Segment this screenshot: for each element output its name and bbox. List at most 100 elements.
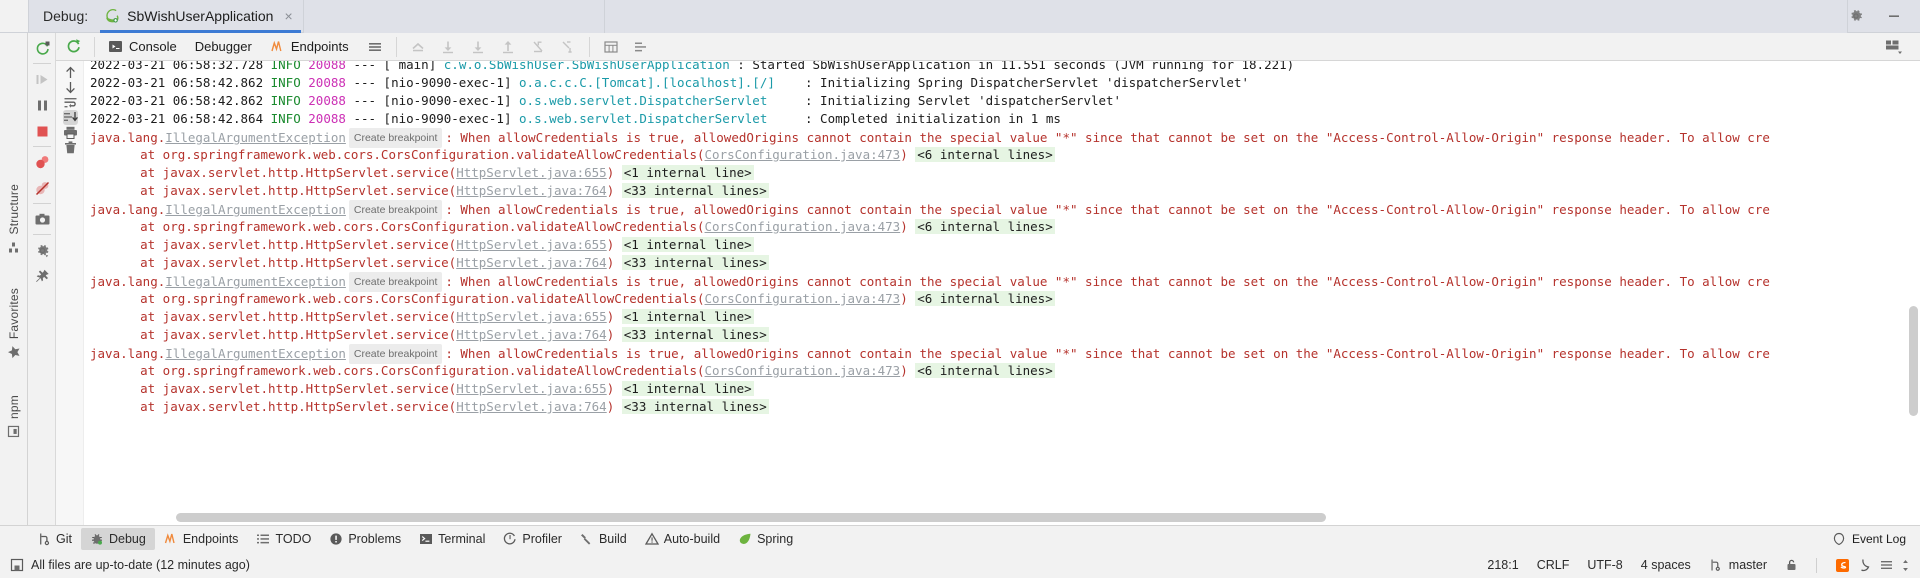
console-stack-frame-line[interactable]: at javax.servlet.http.HttpServlet.servic… xyxy=(84,254,1920,272)
console-stack-frame-line[interactable]: at javax.servlet.http.HttpServlet.servic… xyxy=(84,308,1920,326)
indent-setting[interactable]: 4 spaces xyxy=(1641,558,1691,572)
force-step-into-icon[interactable] xyxy=(525,35,551,59)
bottom-item-profiler[interactable]: Profiler xyxy=(494,528,571,550)
source-link[interactable]: CorsConfiguration.java:473 xyxy=(705,147,901,162)
moon-icon[interactable] xyxy=(1857,558,1872,573)
up-arrow-icon[interactable] xyxy=(63,65,78,80)
run-configuration-tab[interactable]: SbWishUserApplication × xyxy=(98,0,302,33)
console-exception-line[interactable]: java.lang.IllegalArgumentException Create… xyxy=(84,272,1920,293)
soft-wrap-icon[interactable] xyxy=(63,95,78,110)
sonarlint-icon[interactable] xyxy=(1835,558,1850,573)
console-stack-frame-line[interactable]: at javax.servlet.http.HttpServlet.servic… xyxy=(84,380,1920,398)
step-out-icon[interactable] xyxy=(495,35,521,59)
console-view-options[interactable] xyxy=(1884,38,1920,56)
source-link[interactable]: CorsConfiguration.java:473 xyxy=(705,363,901,378)
source-link[interactable]: HttpServlet.java:764 xyxy=(456,399,607,414)
sidebar-item-structure[interactable]: Structure xyxy=(7,178,21,260)
bottom-item-debug[interactable]: Debug xyxy=(80,528,155,550)
console-stack-frame-line[interactable]: at javax.servlet.http.HttpServlet.servic… xyxy=(84,398,1920,416)
folded-frames[interactable]: <33 internal lines> xyxy=(621,327,769,342)
console-exception-line[interactable]: java.lang.IllegalArgumentException Create… xyxy=(84,344,1920,365)
event-log-button[interactable]: Event Log xyxy=(1832,532,1920,546)
resume-program-icon[interactable] xyxy=(30,66,54,92)
pause-program-icon[interactable] xyxy=(30,92,54,118)
folded-frames[interactable]: <1 internal line> xyxy=(621,237,754,252)
folded-frames[interactable]: <33 internal lines> xyxy=(621,183,769,198)
folded-frames[interactable]: <1 internal line> xyxy=(621,381,754,396)
lines-icon[interactable] xyxy=(1879,558,1894,573)
line-separator[interactable]: CRLF xyxy=(1537,558,1570,572)
run-to-cursor-icon[interactable] xyxy=(555,35,581,59)
scroll-to-end-icon[interactable] xyxy=(62,110,78,125)
bottom-item-todo[interactable]: TODO xyxy=(247,528,320,550)
console-stack-frame-line[interactable]: at javax.servlet.http.HttpServlet.servic… xyxy=(84,182,1920,200)
mute-breakpoints-icon[interactable] xyxy=(30,175,54,201)
source-link[interactable]: HttpServlet.java:764 xyxy=(456,327,607,342)
bottom-item-problems[interactable]: Problems xyxy=(320,528,410,550)
stop-icon[interactable] xyxy=(30,118,54,144)
source-link[interactable]: HttpServlet.java:764 xyxy=(456,255,607,270)
console-stack-frame-line[interactable]: at org.springframework.web.cors.CorsConf… xyxy=(84,362,1920,380)
bottom-item-git[interactable]: Git xyxy=(28,528,81,550)
trash-icon[interactable] xyxy=(63,140,78,155)
show-execution-point-icon[interactable] xyxy=(405,35,431,59)
gear-icon[interactable] xyxy=(1848,8,1864,24)
console-exception-line[interactable]: java.lang.IllegalArgumentException Create… xyxy=(84,200,1920,221)
caret-position[interactable]: 218:1 xyxy=(1487,558,1518,572)
folded-frames[interactable]: <6 internal lines> xyxy=(915,291,1055,306)
step-over-icon[interactable] xyxy=(435,35,461,59)
layout-settings-icon[interactable] xyxy=(628,35,654,59)
bottom-item-spring[interactable]: Spring xyxy=(729,528,802,550)
source-link[interactable]: HttpServlet.java:655 xyxy=(456,381,607,396)
folded-frames[interactable]: <1 internal line> xyxy=(621,309,754,324)
console-exception-line[interactable]: java.lang.IllegalArgumentException Create… xyxy=(84,128,1920,149)
sidebar-item-favorites[interactable]: Favorites xyxy=(7,282,21,365)
source-link[interactable]: HttpServlet.java:655 xyxy=(456,237,607,252)
console-stack-frame-line[interactable]: at javax.servlet.http.HttpServlet.servic… xyxy=(84,326,1920,344)
folded-frames[interactable]: <1 internal line> xyxy=(621,165,754,180)
bottom-item-auto-build[interactable]: Auto-build xyxy=(636,528,729,550)
folded-frames[interactable]: <6 internal lines> xyxy=(915,147,1055,162)
read-only-lock-icon[interactable] xyxy=(1785,558,1798,572)
tab-debugger[interactable]: Debugger xyxy=(186,34,261,60)
step-into-icon[interactable] xyxy=(465,35,491,59)
source-link[interactable]: CorsConfiguration.java:473 xyxy=(705,291,901,306)
rerun-button[interactable] xyxy=(56,38,90,55)
folded-frames[interactable]: <6 internal lines> xyxy=(915,363,1055,378)
tab-endpoints[interactable]: Endpoints xyxy=(261,34,358,60)
close-icon[interactable]: × xyxy=(284,9,292,23)
console-stack-frame-line[interactable]: at org.springframework.web.cors.CorsConf… xyxy=(84,290,1920,308)
rerun-icon[interactable] xyxy=(30,35,54,61)
print-icon[interactable] xyxy=(63,125,78,140)
source-link[interactable]: HttpServlet.java:655 xyxy=(456,165,607,180)
tab-console[interactable]: Console xyxy=(99,34,186,60)
console-output-panel[interactable]: 2022-03-21 06:58:32.728 INFO 20088 --- [… xyxy=(56,61,1920,525)
source-link[interactable]: CorsConfiguration.java:473 xyxy=(705,219,901,234)
source-link[interactable]: HttpServlet.java:655 xyxy=(456,309,607,324)
hamburger-menu-icon[interactable] xyxy=(362,35,388,59)
folded-frames[interactable]: <33 internal lines> xyxy=(621,399,769,414)
screenshot-icon[interactable] xyxy=(30,206,54,232)
view-breakpoints-icon[interactable] xyxy=(30,149,54,175)
bottom-item-endpoints[interactable]: Endpoints xyxy=(155,528,248,550)
down-arrow-icon[interactable] xyxy=(63,80,78,95)
folded-frames[interactable]: <6 internal lines> xyxy=(915,219,1055,234)
evaluate-expression-icon[interactable] xyxy=(598,35,624,59)
source-link[interactable]: HttpServlet.java:764 xyxy=(456,183,607,198)
git-branch-widget[interactable]: master xyxy=(1709,558,1767,572)
sidebar-item-npm[interactable]: npm xyxy=(7,389,21,444)
pin-tab-icon[interactable] xyxy=(30,263,54,289)
more-icon[interactable] xyxy=(1901,558,1910,573)
folded-frames[interactable]: <33 internal lines> xyxy=(621,255,769,270)
console-vertical-scrollbar[interactable] xyxy=(1909,306,1918,416)
console-stack-frame-line[interactable]: at javax.servlet.http.HttpServlet.servic… xyxy=(84,164,1920,182)
console-stack-frame-line[interactable]: at javax.servlet.http.HttpServlet.servic… xyxy=(84,236,1920,254)
bottom-item-terminal[interactable]: Terminal xyxy=(410,528,494,550)
minimize-icon[interactable] xyxy=(1886,8,1902,24)
console-stack-frame-line[interactable]: at org.springframework.web.cors.CorsConf… xyxy=(84,218,1920,236)
file-encoding[interactable]: UTF-8 xyxy=(1587,558,1622,572)
console-horizontal-scrollbar[interactable] xyxy=(176,513,1326,522)
settings-icon[interactable] xyxy=(30,237,54,263)
bottom-item-build[interactable]: Build xyxy=(571,528,636,550)
console-stack-frame-line[interactable]: at org.springframework.web.cors.CorsConf… xyxy=(84,146,1920,164)
